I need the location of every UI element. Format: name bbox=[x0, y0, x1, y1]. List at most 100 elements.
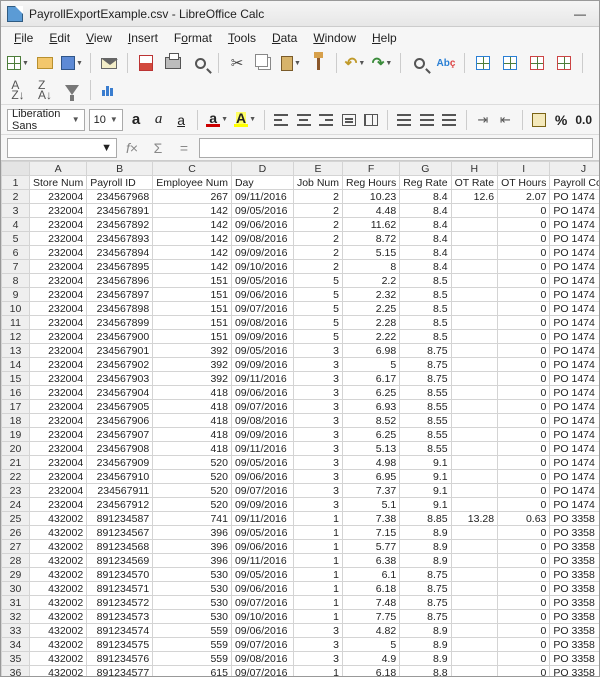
cell-B11[interactable]: 234567899 bbox=[87, 316, 153, 330]
cell-F24[interactable]: 5.1 bbox=[343, 498, 400, 512]
cell-H10[interactable] bbox=[451, 302, 498, 316]
cell-J30[interactable]: PO 3358 bbox=[550, 582, 599, 596]
cell-I8[interactable]: 0 bbox=[498, 274, 550, 288]
align-top-button[interactable] bbox=[395, 108, 414, 132]
cell-F17[interactable]: 6.93 bbox=[343, 400, 400, 414]
cell-I21[interactable]: 0 bbox=[498, 456, 550, 470]
print-preview-button[interactable] bbox=[188, 51, 212, 75]
cell-A20[interactable]: 232004 bbox=[30, 442, 87, 456]
row-header-29[interactable]: 29 bbox=[2, 568, 30, 582]
cell-D13[interactable]: 09/05/2016 bbox=[231, 344, 293, 358]
cell-B34[interactable]: 891234575 bbox=[87, 638, 153, 652]
cell-C29[interactable]: 530 bbox=[153, 568, 232, 582]
cell-I35[interactable]: 0 bbox=[498, 652, 550, 666]
cell-A28[interactable]: 432002 bbox=[30, 554, 87, 568]
percent-format-button[interactable]: % bbox=[552, 108, 571, 132]
cell-J29[interactable]: PO 3358 bbox=[550, 568, 599, 582]
row-header-31[interactable]: 31 bbox=[2, 596, 30, 610]
cell-D19[interactable]: 09/09/2016 bbox=[231, 428, 293, 442]
cell-C7[interactable]: 142 bbox=[153, 260, 232, 274]
cell-H14[interactable] bbox=[451, 358, 498, 372]
cell-J14[interactable]: PO 1474 bbox=[550, 358, 599, 372]
cell-H27[interactable] bbox=[451, 540, 498, 554]
cell-J28[interactable]: PO 3358 bbox=[550, 554, 599, 568]
cell-F22[interactable]: 6.95 bbox=[343, 470, 400, 484]
cell-F7[interactable]: 8 bbox=[343, 260, 400, 274]
cell-B5[interactable]: 234567893 bbox=[87, 232, 153, 246]
save-button[interactable]: ▼ bbox=[60, 51, 84, 75]
print-button[interactable] bbox=[161, 51, 185, 75]
row-header-28[interactable]: 28 bbox=[2, 554, 30, 568]
cell-A29[interactable]: 432002 bbox=[30, 568, 87, 582]
cell-G7[interactable]: 8.4 bbox=[400, 260, 451, 274]
cell-A18[interactable]: 232004 bbox=[30, 414, 87, 428]
cell-C12[interactable]: 151 bbox=[153, 330, 232, 344]
cell-E22[interactable]: 3 bbox=[293, 470, 342, 484]
cell-D4[interactable]: 09/06/2016 bbox=[231, 218, 293, 232]
cell-C35[interactable]: 559 bbox=[153, 652, 232, 666]
cell-G25[interactable]: 8.85 bbox=[400, 512, 451, 526]
new-doc-button[interactable]: ▼ bbox=[6, 51, 30, 75]
cell-H26[interactable] bbox=[451, 526, 498, 540]
cell-H35[interactable] bbox=[451, 652, 498, 666]
cell-D35[interactable]: 09/08/2016 bbox=[231, 652, 293, 666]
col-header-D[interactable]: D bbox=[231, 162, 293, 176]
cell-J5[interactable]: PO 1474 bbox=[550, 232, 599, 246]
cell-J7[interactable]: PO 1474 bbox=[550, 260, 599, 274]
delete-col-button[interactable] bbox=[552, 51, 576, 75]
font-name-combo[interactable]: Liberation Sans▼ bbox=[7, 109, 85, 131]
cell-A4[interactable]: 232004 bbox=[30, 218, 87, 232]
row-header-14[interactable]: 14 bbox=[2, 358, 30, 372]
cell-C24[interactable]: 520 bbox=[153, 498, 232, 512]
row-header-21[interactable]: 21 bbox=[2, 456, 30, 470]
row-header-30[interactable]: 30 bbox=[2, 582, 30, 596]
cell-E11[interactable]: 5 bbox=[293, 316, 342, 330]
cell-H17[interactable] bbox=[451, 400, 498, 414]
cell-D5[interactable]: 09/08/2016 bbox=[231, 232, 293, 246]
cell-F4[interactable]: 11.62 bbox=[343, 218, 400, 232]
cell-C8[interactable]: 151 bbox=[153, 274, 232, 288]
cell-B36[interactable]: 891234577 bbox=[87, 666, 153, 677]
cell-I30[interactable]: 0 bbox=[498, 582, 550, 596]
cell-A27[interactable]: 432002 bbox=[30, 540, 87, 554]
cell-C18[interactable]: 418 bbox=[153, 414, 232, 428]
cell-J4[interactable]: PO 1474 bbox=[550, 218, 599, 232]
cell-F26[interactable]: 7.15 bbox=[343, 526, 400, 540]
highlight-color-button[interactable]: A▼ bbox=[233, 108, 257, 132]
cell-F31[interactable]: 7.48 bbox=[343, 596, 400, 610]
cell-E28[interactable]: 1 bbox=[293, 554, 342, 568]
row-header-17[interactable]: 17 bbox=[2, 400, 30, 414]
cell-J3[interactable]: PO 1474 bbox=[550, 204, 599, 218]
row-header-6[interactable]: 6 bbox=[2, 246, 30, 260]
cell-B1[interactable]: Payroll ID bbox=[87, 176, 153, 190]
row-header-9[interactable]: 9 bbox=[2, 288, 30, 302]
cell-A33[interactable]: 432002 bbox=[30, 624, 87, 638]
cell-H25[interactable]: 13.28 bbox=[451, 512, 498, 526]
cell-A12[interactable]: 232004 bbox=[30, 330, 87, 344]
function-button[interactable]: = bbox=[173, 138, 195, 158]
sum-button[interactable]: Σ bbox=[147, 138, 169, 158]
cell-A22[interactable]: 232004 bbox=[30, 470, 87, 484]
cell-B16[interactable]: 234567904 bbox=[87, 386, 153, 400]
cell-D8[interactable]: 09/05/2016 bbox=[231, 274, 293, 288]
cell-J1[interactable]: Payroll Code bbox=[550, 176, 599, 190]
select-all-corner[interactable] bbox=[2, 162, 30, 176]
cell-I6[interactable]: 0 bbox=[498, 246, 550, 260]
cell-C21[interactable]: 520 bbox=[153, 456, 232, 470]
cut-button[interactable]: ✂ bbox=[225, 51, 249, 75]
cell-H32[interactable] bbox=[451, 610, 498, 624]
insert-col-button[interactable] bbox=[498, 51, 522, 75]
align-right-button[interactable] bbox=[317, 108, 336, 132]
cell-F1[interactable]: Reg Hours bbox=[343, 176, 400, 190]
cell-D31[interactable]: 09/07/2016 bbox=[231, 596, 293, 610]
cell-F35[interactable]: 4.9 bbox=[343, 652, 400, 666]
cell-B20[interactable]: 234567908 bbox=[87, 442, 153, 456]
row-header-2[interactable]: 2 bbox=[2, 190, 30, 204]
cell-B10[interactable]: 234567898 bbox=[87, 302, 153, 316]
row-header-25[interactable]: 25 bbox=[2, 512, 30, 526]
cell-J12[interactable]: PO 1474 bbox=[550, 330, 599, 344]
cell-J10[interactable]: PO 1474 bbox=[550, 302, 599, 316]
cell-B29[interactable]: 891234570 bbox=[87, 568, 153, 582]
cell-G6[interactable]: 8.4 bbox=[400, 246, 451, 260]
cell-E2[interactable]: 2 bbox=[293, 190, 342, 204]
